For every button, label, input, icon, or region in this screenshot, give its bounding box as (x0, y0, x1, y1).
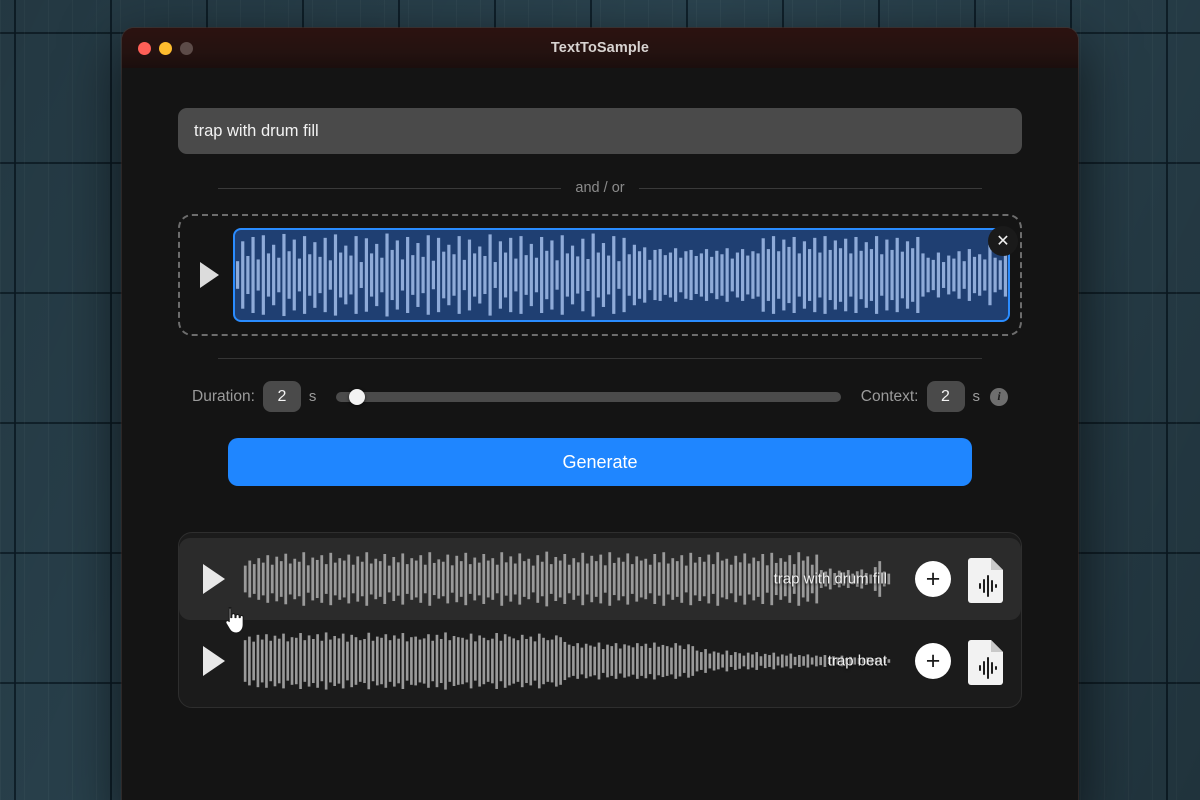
result-row-1[interactable]: trap with drum fill + (179, 538, 1021, 620)
traffic-lights (138, 42, 193, 55)
and-or-divider: and / or (178, 180, 1022, 196)
divider-rule-right (639, 188, 982, 189)
result-row-2[interactable]: trap beat + (179, 620, 1021, 702)
audio-file-glyph (967, 555, 1007, 603)
duration-unit: s (309, 388, 317, 405)
and-or-label: and / or (575, 180, 624, 196)
generation-controls: Duration: 2 s Context: 2 s i (178, 381, 1022, 412)
result-waveform-2[interactable]: trap beat (243, 630, 891, 692)
result-waveform-svg-2 (243, 630, 891, 692)
play-triangle-icon[interactable] (203, 564, 225, 594)
section-divider (218, 358, 982, 359)
add-to-project-button[interactable]: + (915, 643, 951, 679)
result-label-2: trap beat (828, 653, 887, 670)
context-unit: s (973, 388, 981, 405)
window-title: TextToSample (122, 40, 1078, 56)
window-body: and / or ✕ Duration: 2 s (122, 68, 1078, 800)
audio-file-glyph (967, 637, 1007, 685)
audio-file-icon[interactable] (967, 637, 1007, 685)
audio-file-icon[interactable] (967, 555, 1007, 603)
context-value[interactable]: 2 (927, 381, 965, 412)
app-window: TextToSample and / or ✕ (122, 28, 1078, 800)
play-triangle-icon[interactable] (203, 646, 225, 676)
prompt-row (178, 68, 1022, 154)
close-window-button[interactable] (138, 42, 151, 55)
close-icon[interactable]: ✕ (988, 226, 1018, 256)
duration-slider[interactable] (336, 392, 840, 402)
generate-row: Generate (178, 438, 1022, 486)
duration-label: Duration: (192, 388, 255, 406)
minimize-window-button[interactable] (159, 42, 172, 55)
play-triangle-icon[interactable] (200, 262, 219, 288)
duration-value[interactable]: 2 (263, 381, 301, 412)
audio-dropzone[interactable]: ✕ (178, 214, 1022, 336)
selection-waveform-svg (235, 230, 1008, 320)
daw-background: TextToSample and / or ✕ (0, 0, 1200, 800)
selected-audio-waveform[interactable] (233, 228, 1010, 322)
zoom-window-button[interactable] (180, 42, 193, 55)
add-to-project-button[interactable]: + (915, 561, 951, 597)
results-panel: trap with drum fill + (178, 532, 1022, 708)
result-label-1: trap with drum fill (774, 571, 887, 588)
duration-slider-knob[interactable] (349, 389, 365, 405)
result-waveform-1[interactable]: trap with drum fill (243, 548, 891, 610)
window-titlebar: TextToSample (122, 28, 1078, 68)
prompt-input[interactable] (178, 108, 1022, 154)
generate-button[interactable]: Generate (228, 438, 972, 486)
info-icon[interactable]: i (990, 388, 1008, 406)
context-label: Context: (861, 388, 919, 406)
divider-rule-left (218, 188, 561, 189)
